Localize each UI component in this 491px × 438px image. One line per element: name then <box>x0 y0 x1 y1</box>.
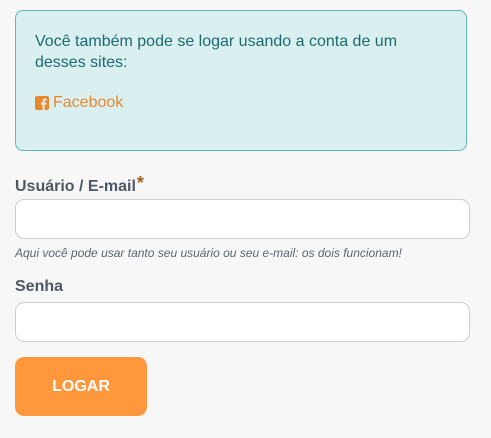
username-label-text: Usuário / E-mail <box>15 178 136 195</box>
username-help-text: Aqui você pode usar tanto seu usuário ou… <box>15 246 402 260</box>
username-input[interactable] <box>15 199 470 239</box>
social-login-box: Você também pode se logar usando a conta… <box>15 10 467 151</box>
required-marker: * <box>136 173 144 193</box>
facebook-icon <box>35 96 49 110</box>
facebook-login-link[interactable]: Facebook <box>35 93 123 113</box>
social-login-intro: Você também pode se logar usando a conta… <box>35 33 398 71</box>
login-button[interactable]: LOGAR <box>15 357 147 416</box>
password-input[interactable] <box>15 302 470 342</box>
username-label: Usuário / E-mail* <box>15 173 144 197</box>
facebook-link-label: Facebook <box>53 94 124 111</box>
password-label: Senha <box>15 278 64 295</box>
